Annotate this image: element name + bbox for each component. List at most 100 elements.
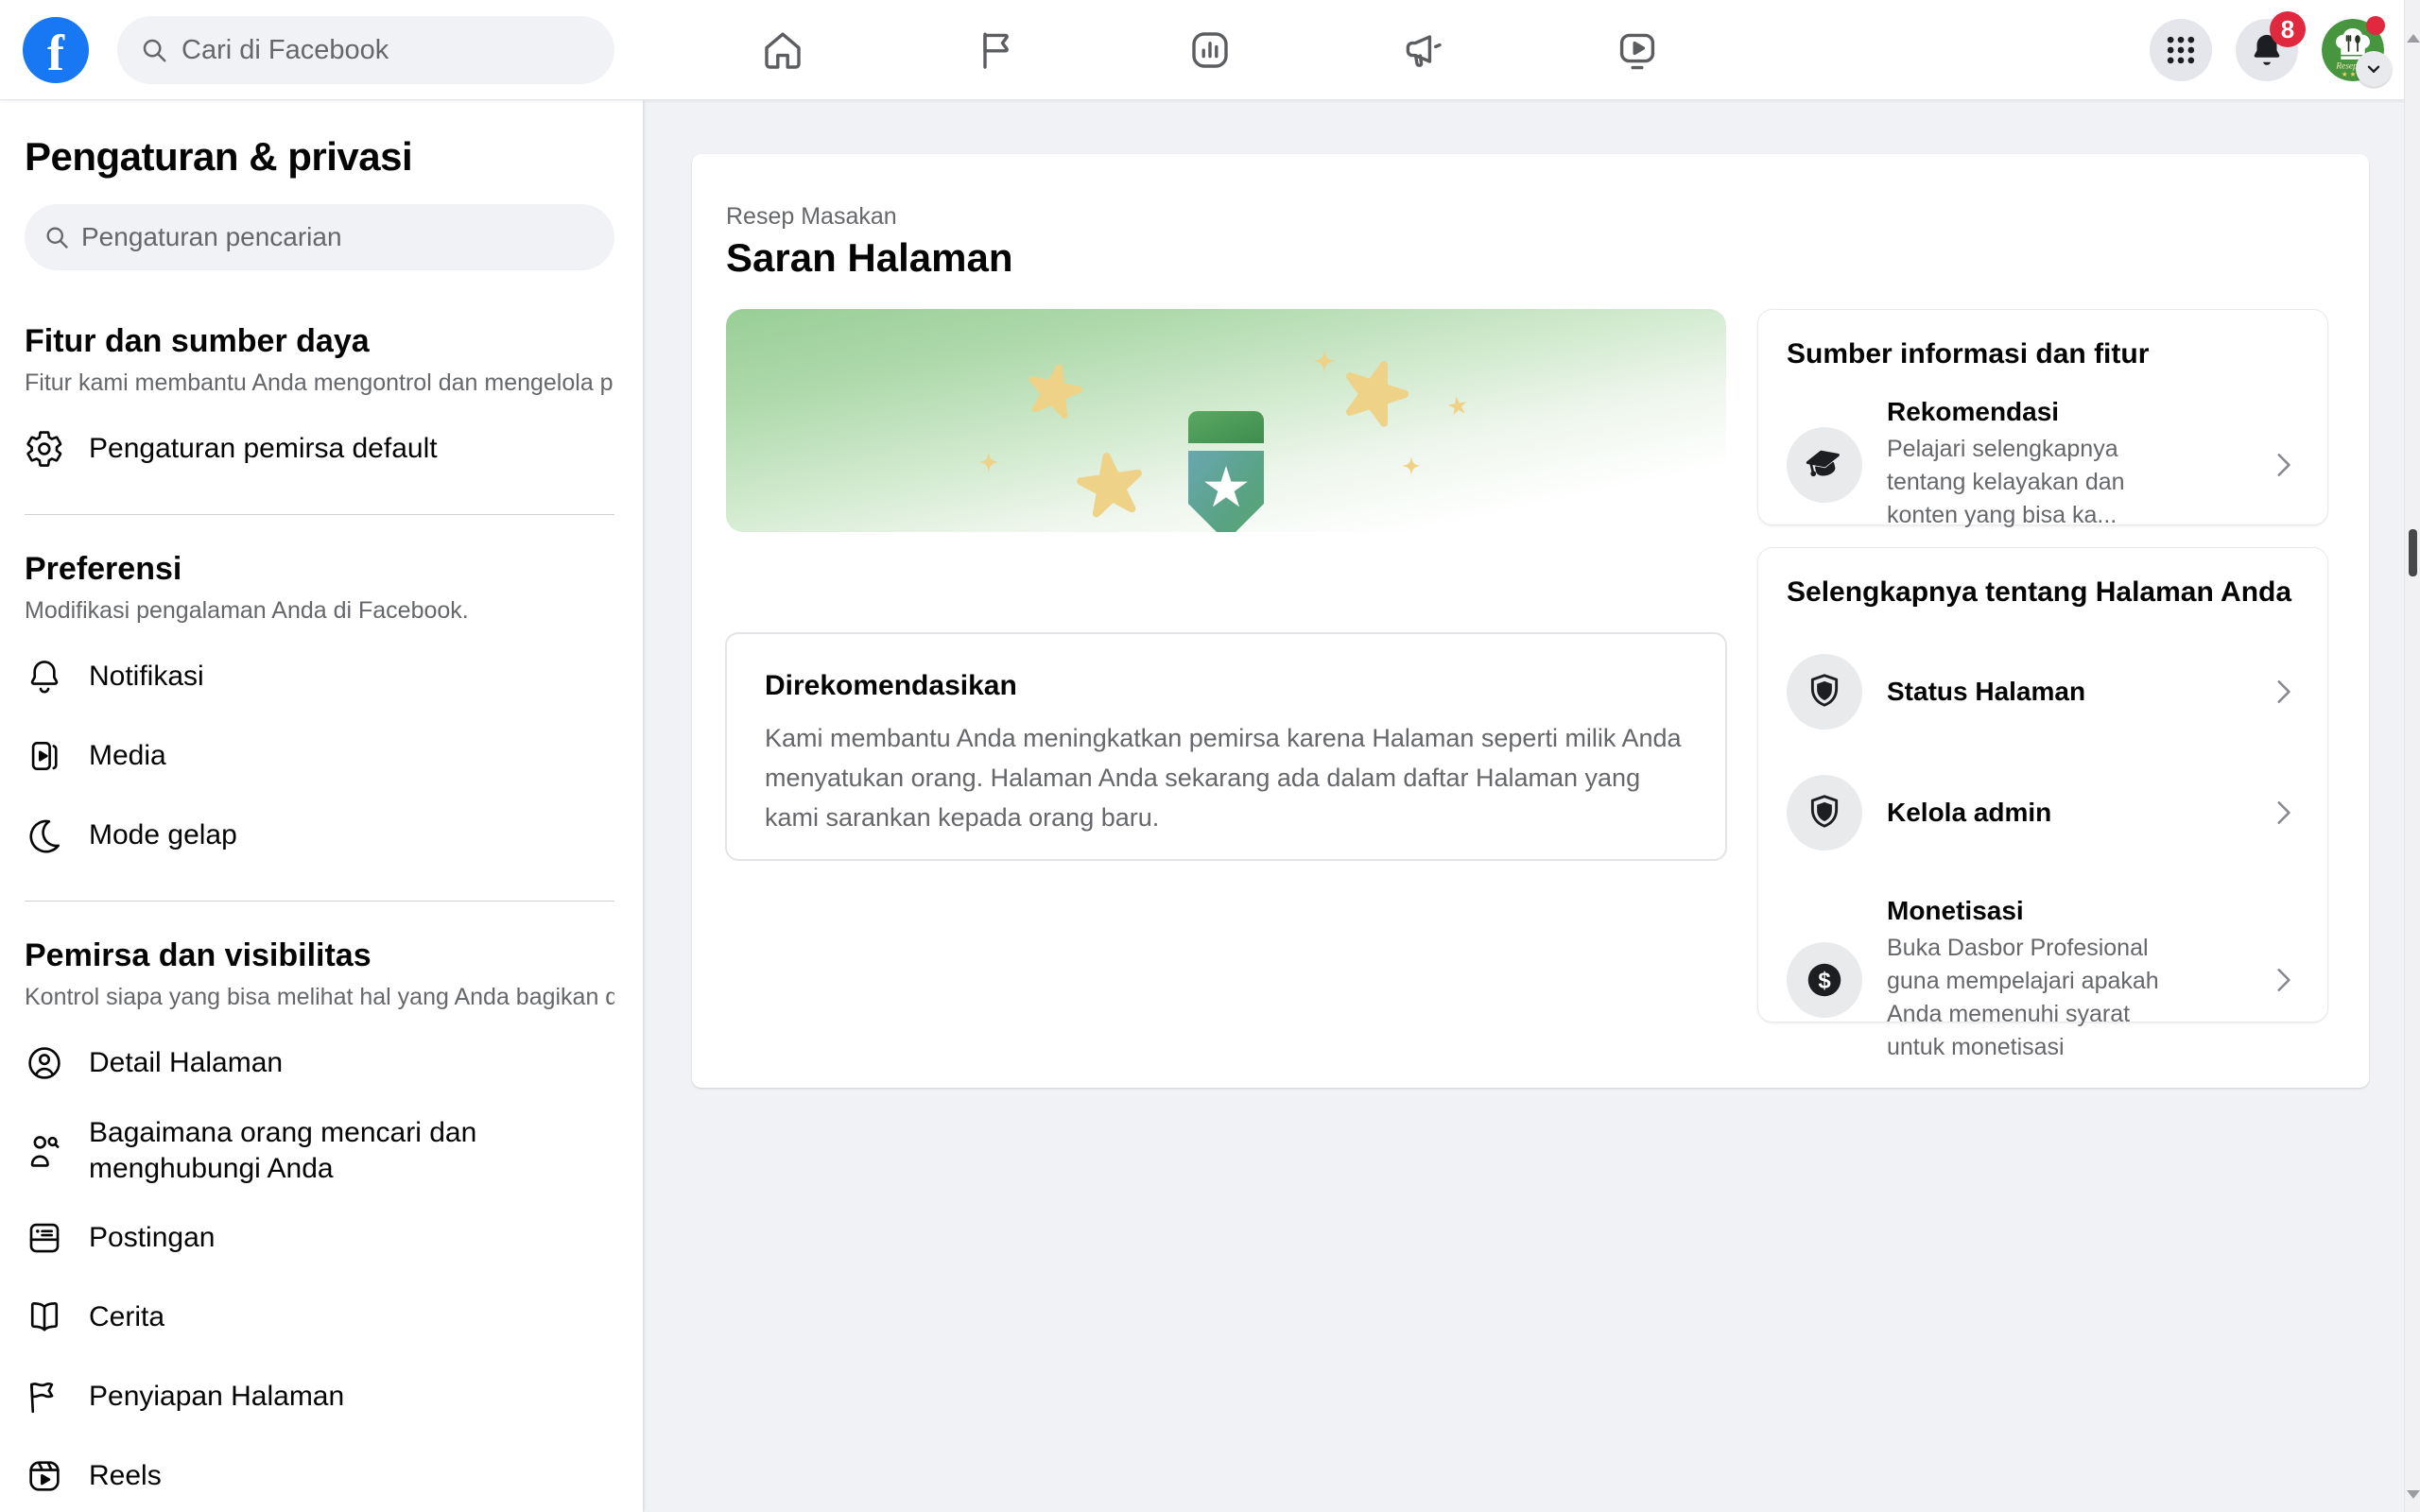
gear-icon (25, 429, 64, 469)
settings-sidebar: Pengaturan & privasi Fitur dan sumber da… (0, 100, 643, 1512)
sidebar-item-page-details[interactable]: Detail Halaman (25, 1036, 614, 1091)
recommended-body: Kami membantu Anda meningkatkan pemirsa … (765, 719, 1687, 838)
recommended-title: Direkomendasikan (765, 670, 1687, 702)
video-icon (1615, 27, 1660, 73)
sidebar-item-label: Mode gelap (89, 817, 237, 853)
dollar-icon: $ (1803, 958, 1846, 1002)
resources-item-title: Rekomendasi (1887, 397, 2189, 427)
sparkle-icon (1401, 455, 1422, 476)
sidebar-item-default-audience[interactable]: Pengaturan pemirsa default (25, 421, 614, 476)
sidebar-item-notifications[interactable]: Notifikasi (25, 649, 614, 704)
recommended-card: Direkomendasikan Kami membantu Anda meni… (725, 632, 1727, 861)
more-item-title: Monetisasi (1887, 896, 2189, 926)
sidebar-item-reels[interactable]: Reels (25, 1449, 614, 1503)
resources-item-description: Pelajari selengkapnya tentang kelayakan … (1887, 433, 2189, 532)
scrollbar-thumb[interactable] (2409, 529, 2417, 576)
flag-icon (974, 27, 1019, 73)
nav-ads-tab[interactable] (1317, 0, 1530, 100)
search-input[interactable] (182, 35, 579, 66)
star-icon (1076, 452, 1146, 522)
more-about-page-card: Selengkapnya tentang Halaman Anda Status… (1757, 547, 2328, 1022)
main-nav-tabs (676, 0, 1744, 100)
home-icon (760, 27, 805, 73)
reels-icon (25, 1456, 64, 1496)
chevron-down-icon (2356, 51, 2392, 87)
more-item-title: Status Halaman (1887, 677, 2085, 707)
sidebar-item-media[interactable]: Media (25, 729, 614, 783)
breadcrumb: Resep Masakan (726, 203, 897, 231)
section-heading: Fitur dan sumber daya (25, 323, 614, 360)
sidebar-item-label: Detail Halaman (89, 1045, 283, 1081)
suggestions-banner-illustration (726, 309, 1726, 532)
nav-home-tab[interactable] (676, 0, 890, 100)
svg-text:$: $ (1818, 968, 1830, 993)
megaphone-icon (1401, 27, 1446, 73)
sidebar-item-label: Postingan (89, 1220, 215, 1256)
sidebar-title: Pengaturan & privasi (25, 134, 614, 180)
insights-icon (1187, 27, 1233, 73)
bell-outline-icon (25, 657, 64, 696)
post-card-icon (25, 1218, 64, 1258)
notifications-button[interactable]: 8 (2236, 19, 2298, 81)
sidebar-item-posts[interactable]: Postingan (25, 1211, 614, 1265)
book-icon (25, 1297, 64, 1337)
top-navigation-bar: f 8 (0, 0, 2420, 100)
chevron-right-icon (2267, 676, 2299, 708)
sidebar-item-dark-mode[interactable]: Mode gelap (25, 808, 614, 863)
apps-menu-button[interactable] (2150, 19, 2212, 81)
more-item-monetization[interactable]: $ Monetisasi Buka Dasbor Profesional gun… (1787, 896, 2299, 1064)
scroll-up-arrow-icon[interactable] (2407, 34, 2420, 43)
person-search-icon (25, 1131, 64, 1171)
profile-notification-dot (2366, 16, 2385, 35)
bookmark-badge-icon (1179, 404, 1273, 532)
settings-search[interactable] (25, 204, 614, 270)
chevron-right-icon (2267, 449, 2299, 481)
grid-icon (2162, 31, 2200, 69)
sidebar-item-label: Bagaimana orang mencari dan menghubungi … (89, 1115, 580, 1186)
sidebar-item-label: Cerita (89, 1299, 164, 1335)
section-subtitle: Fitur kami membantu Anda mengontrol dan … (25, 369, 614, 397)
resources-card: Sumber informasi dan fitur Rekomendasi (1757, 309, 2328, 525)
page-title: Saran Halaman (726, 235, 1012, 281)
scroll-down-arrow-icon[interactable] (2407, 1490, 2420, 1499)
flag-icon (25, 1377, 64, 1417)
sidebar-item-label: Reels (89, 1458, 162, 1494)
education-icon (1803, 443, 1846, 487)
resources-item-recommendations[interactable]: Rekomendasi Pelajari selengkapnya tentan… (1787, 397, 2299, 532)
media-icon (25, 736, 64, 776)
profile-menu-button[interactable]: Resep Bu ★ ★ ★ (2322, 19, 2384, 81)
shield-icon (1803, 670, 1846, 713)
nav-video-tab[interactable] (1530, 0, 1744, 100)
divider (25, 514, 614, 515)
sidebar-item-label: Notifikasi (89, 659, 204, 695)
resources-card-title: Sumber informasi dan fitur (1787, 338, 2299, 370)
page-suggestions-panel: Resep Masakan Saran Halaman (692, 154, 2369, 1088)
sidebar-item-label: Penyiapan Halaman (89, 1379, 344, 1415)
top-right-controls: 8 Resep Bu ★ ★ ★ (2150, 19, 2384, 81)
page-scrollbar[interactable] (2404, 0, 2420, 1512)
sidebar-item-label: Pengaturan pemirsa default (89, 431, 438, 467)
star-icon (1340, 359, 1409, 429)
sidebar-item-how-people-find[interactable]: Bagaimana orang mencari dan menghubungi … (25, 1115, 614, 1186)
sidebar-item-stories[interactable]: Cerita (25, 1290, 614, 1345)
settings-search-input[interactable] (81, 222, 573, 252)
search-icon (140, 36, 168, 64)
chevron-right-icon (2267, 797, 2299, 829)
chevron-right-icon (2267, 964, 2299, 996)
facebook-logo[interactable]: f (23, 17, 89, 83)
global-search[interactable] (117, 16, 614, 84)
section-subtitle: Modifikasi pengalaman Anda di Facebook. (25, 597, 614, 625)
section-heading: Pemirsa dan visibilitas (25, 937, 614, 974)
sidebar-item-page-setup[interactable]: Penyiapan Halaman (25, 1369, 614, 1424)
nav-pages-tab[interactable] (890, 0, 1103, 100)
sparkle-icon (977, 451, 1000, 473)
star-icon (1025, 363, 1083, 421)
more-item-page-status[interactable]: Status Halaman (1787, 654, 2299, 730)
more-item-manage-admins[interactable]: Kelola admin (1787, 775, 2299, 850)
moon-icon (25, 816, 64, 855)
main-content: Resep Masakan Saran Halaman (644, 100, 2404, 1512)
star-icon (1446, 395, 1469, 418)
nav-insights-tab[interactable] (1103, 0, 1317, 100)
sparkle-icon (1312, 349, 1337, 373)
shield-icon (1803, 791, 1846, 834)
